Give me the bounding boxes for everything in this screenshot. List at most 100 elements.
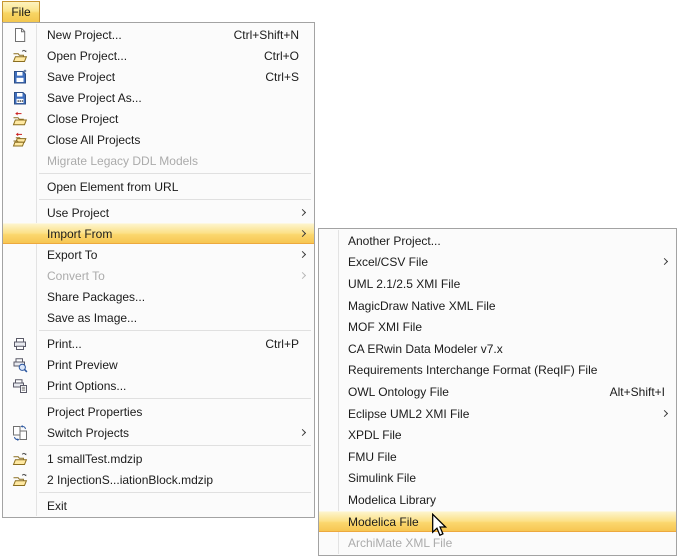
menu-item-xpdl-file[interactable]: XPDL File xyxy=(319,424,676,446)
menu-item-save-project-as[interactable]: Save Project As... xyxy=(3,87,314,108)
menu-item-label: Share Packages... xyxy=(36,290,145,304)
menu-item-open-project[interactable]: Open Project...Ctrl+O xyxy=(3,45,314,66)
submenu-arrow-icon xyxy=(661,258,668,265)
menu-item-label: Import From xyxy=(36,227,112,241)
submenu-arrow-icon xyxy=(299,229,306,236)
menu-item-save-project[interactable]: Save Project Ctrl+S xyxy=(3,66,314,87)
menu-separator xyxy=(39,199,311,200)
menu-item-exit[interactable]: Exit xyxy=(3,495,314,516)
menu-item-label: Exit xyxy=(36,499,67,513)
menu-item-label: Requirements Interchange Format (ReqIF) … xyxy=(338,363,597,377)
submenu-arrow-icon xyxy=(661,410,668,417)
print-preview-icon xyxy=(3,357,36,373)
menu-item-requirements-interchange-format-reqif-file[interactable]: Requirements Interchange Format (ReqIF) … xyxy=(319,360,676,382)
close-all-projects-icon xyxy=(3,132,36,148)
save-project-as-icon xyxy=(3,90,36,106)
menu-separator xyxy=(39,173,311,174)
menu-item-label: Switch Projects xyxy=(36,426,129,440)
application-window: { "menubar": { "file_label": "File" }, "… xyxy=(0,0,679,557)
menu-item-ca-erwin-data-modeler-v7-x[interactable]: CA ERwin Data Modeler v7.x xyxy=(319,338,676,360)
menu-item-label: Convert To xyxy=(36,269,105,283)
menubar-file[interactable]: File xyxy=(2,1,40,22)
menu-item-label: Modelica Library xyxy=(338,493,436,507)
menu-separator xyxy=(39,398,311,399)
menu-item-save-as-image[interactable]: Save as Image... xyxy=(3,307,314,328)
menu-item-owl-ontology-file[interactable]: OWL Ontology File Alt+Shift+I xyxy=(319,381,676,403)
menu-item-modelica-library[interactable]: Modelica Library xyxy=(319,489,676,511)
menu-item-excel-csv-file[interactable]: Excel/CSV File xyxy=(319,252,676,274)
menu-item-close-project[interactable]: Close Project xyxy=(3,108,314,129)
menu-item-shortcut: Ctrl+P xyxy=(265,337,314,351)
menu-item-label: Close Project xyxy=(36,112,118,126)
menu-item-shortcut: Ctrl+O xyxy=(264,49,314,63)
recent-project-icon xyxy=(3,472,36,488)
menu-item-print[interactable]: Print... Ctrl+P xyxy=(3,333,314,354)
menu-item-print-options[interactable]: Print Options... xyxy=(3,375,314,396)
menu-separator xyxy=(39,445,311,446)
menu-item-export-to[interactable]: Export To xyxy=(3,244,314,265)
menu-item-magicdraw-native-xml-file[interactable]: MagicDraw Native XML File xyxy=(319,295,676,317)
menu-item-label: MagicDraw Native XML File xyxy=(338,299,496,313)
menu-item-shortcut: Ctrl+S xyxy=(265,70,314,84)
menu-item-label: FMU File xyxy=(338,450,397,464)
menu-item-label: ArchiMate XML File xyxy=(338,536,452,550)
menu-item-label: Modelica File xyxy=(338,515,419,529)
menu-item-label: Print Preview xyxy=(36,358,118,372)
switch-projects-icon xyxy=(3,425,36,441)
menu-item-label: CA ERwin Data Modeler v7.x xyxy=(338,342,503,356)
menu-item-another-project[interactable]: Another Project... xyxy=(319,230,676,252)
menu-item-label: Migrate Legacy DDL Models xyxy=(36,154,198,168)
menu-item-label: 2 InjectionS...iationBlock.mdzip xyxy=(36,473,213,487)
menu-item-use-project[interactable]: Use Project xyxy=(3,202,314,223)
menu-item-eclipse-uml2-xmi-file[interactable]: Eclipse UML2 XMI File xyxy=(319,403,676,425)
menu-item-label: Open Element from URL xyxy=(36,180,178,194)
print-icon xyxy=(3,336,36,352)
menu-item-label: Save Project As... xyxy=(36,91,142,105)
save-project-icon xyxy=(3,69,36,85)
menu-item-label: Simulink File xyxy=(338,471,416,485)
file-menu: New Project...Ctrl+Shift+NOpen Project..… xyxy=(2,22,315,518)
submenu-arrow-icon xyxy=(299,250,306,257)
menu-item-new-project[interactable]: New Project...Ctrl+Shift+N xyxy=(3,24,314,45)
menu-item-label: OWL Ontology File xyxy=(338,385,449,399)
menu-item-mof-xmi-file[interactable]: MOF XMI File xyxy=(319,316,676,338)
menu-item-label: XPDL File xyxy=(338,428,402,442)
menu-item-close-all-projects[interactable]: Close All Projects xyxy=(3,129,314,150)
menu-item-migrate-legacy-ddl-models: Migrate Legacy DDL Models xyxy=(3,150,314,171)
menu-item-label: Print Options... xyxy=(36,379,126,393)
import-from-submenu: Another Project... Excel/CSV File UML 2.1/… xyxy=(318,228,677,556)
menu-item-project-properties[interactable]: Project Properties xyxy=(3,401,314,422)
menu-item-2-injections-iationblock-mdzip[interactable]: 2 InjectionS...iationBlock.mdzip xyxy=(3,469,314,490)
close-project-icon xyxy=(3,111,36,127)
menu-item-archimate-xml-file: ArchiMate XML File xyxy=(319,532,676,554)
menu-item-open-element-from-url[interactable]: Open Element from URL xyxy=(3,176,314,197)
menu-item-label: Export To xyxy=(36,248,97,262)
menu-item-label: Save as Image... xyxy=(36,311,137,325)
menu-item-label: 1 smallTest.mdzip xyxy=(36,452,142,466)
menu-item-modelica-file[interactable]: Modelica File xyxy=(319,511,676,533)
menu-item-import-from[interactable]: Import From xyxy=(3,223,314,244)
menu-item-label: Project Properties xyxy=(36,405,142,419)
menu-item-label: Eclipse UML2 XMI File xyxy=(338,407,469,421)
submenu-arrow-icon xyxy=(299,271,306,278)
menu-item-shortcut: Alt+Shift+I xyxy=(610,385,676,399)
new-project-icon xyxy=(3,27,36,43)
menu-item-simulink-file[interactable]: Simulink File xyxy=(319,468,676,490)
open-project-icon xyxy=(3,48,36,64)
menu-item-label: Save Project xyxy=(36,70,115,84)
menu-item-fmu-file[interactable]: FMU File xyxy=(319,446,676,468)
recent-project-icon xyxy=(3,451,36,467)
menu-item-label: Use Project xyxy=(36,206,109,220)
mouse-cursor xyxy=(431,513,447,537)
menu-item-print-preview[interactable]: Print Preview xyxy=(3,354,314,375)
menu-item-label: Print... xyxy=(36,337,82,351)
submenu-arrow-icon xyxy=(299,208,306,215)
menu-item-1-smalltest-mdzip[interactable]: 1 smallTest.mdzip xyxy=(3,448,314,469)
menu-item-label: Excel/CSV File xyxy=(338,255,428,269)
menu-item-uml-2-1-2-5-xmi-file[interactable]: UML 2.1/2.5 XMI File xyxy=(319,273,676,295)
menu-item-switch-projects[interactable]: Switch Projects xyxy=(3,422,314,443)
menu-item-share-packages[interactable]: Share Packages... xyxy=(3,286,314,307)
menu-item-label: Another Project... xyxy=(338,234,441,248)
print-options-icon xyxy=(3,378,36,394)
menu-item-convert-to: Convert To xyxy=(3,265,314,286)
